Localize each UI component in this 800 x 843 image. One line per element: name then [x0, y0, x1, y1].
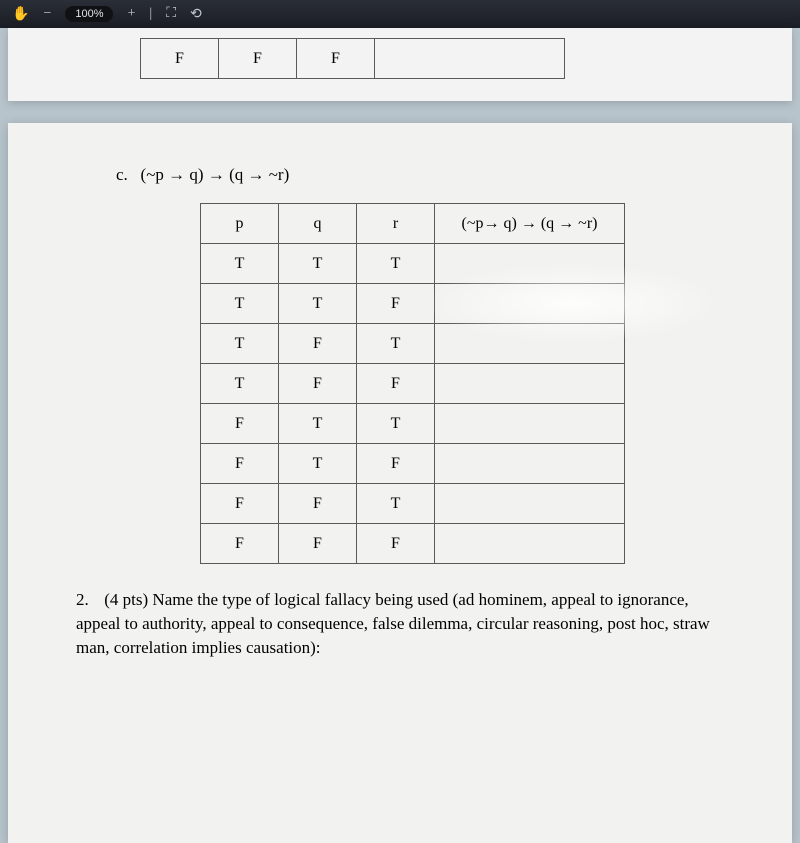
- header-q: q: [279, 204, 357, 244]
- minus-icon[interactable]: −: [43, 6, 51, 22]
- header-result: (~p→ q) → (q → ~r): [435, 204, 625, 244]
- header-r: r: [357, 204, 435, 244]
- divider-icon: |: [149, 6, 152, 22]
- cell-p: F: [141, 39, 219, 79]
- document-page: c. (~p → q) → (q → ~r) p q r (~p→ q) → (…: [8, 123, 792, 843]
- table-row: FTT: [201, 404, 625, 444]
- table-row: F F F: [141, 39, 565, 79]
- table-row: TTF: [201, 284, 625, 324]
- table-row: FFF: [201, 524, 625, 564]
- table-row: TFT: [201, 324, 625, 364]
- rotate-icon[interactable]: ⟲: [190, 6, 202, 23]
- table-header-row: p q r (~p→ q) → (q → ~r): [201, 204, 625, 244]
- table-row: TFF: [201, 364, 625, 404]
- question-2: 2. (4 pts) Name the type of logical fall…: [76, 588, 724, 659]
- question-number: 2.: [76, 588, 100, 612]
- header-p: p: [201, 204, 279, 244]
- truth-table-c: p q r (~p→ q) → (q → ~r) TTT TTF TFT TFF…: [200, 203, 625, 564]
- hand-icon[interactable]: ✋: [12, 6, 29, 23]
- problem-c-prompt: c. (~p → q) → (q → ~r): [116, 165, 732, 185]
- cell-q: F: [219, 39, 297, 79]
- table-row: TTT: [201, 244, 625, 284]
- cell-r: F: [297, 39, 375, 79]
- pdf-toolbar: ✋ − 100% + | ⛶ ⟲: [0, 0, 800, 28]
- fit-page-icon[interactable]: ⛶: [166, 6, 176, 22]
- cell-result: [375, 39, 565, 79]
- previous-page-fragment: F F F: [8, 28, 792, 101]
- table-row: FTF: [201, 444, 625, 484]
- plus-icon[interactable]: +: [127, 6, 135, 22]
- problem-letter: c.: [116, 165, 128, 184]
- problem-expression: (~p → q) → (q → ~r): [141, 165, 290, 184]
- question-text: (4 pts) Name the type of logical fallacy…: [76, 590, 710, 657]
- zoom-level[interactable]: 100%: [65, 6, 113, 22]
- table-row: FFT: [201, 484, 625, 524]
- top-truth-table-fragment: F F F: [140, 38, 565, 79]
